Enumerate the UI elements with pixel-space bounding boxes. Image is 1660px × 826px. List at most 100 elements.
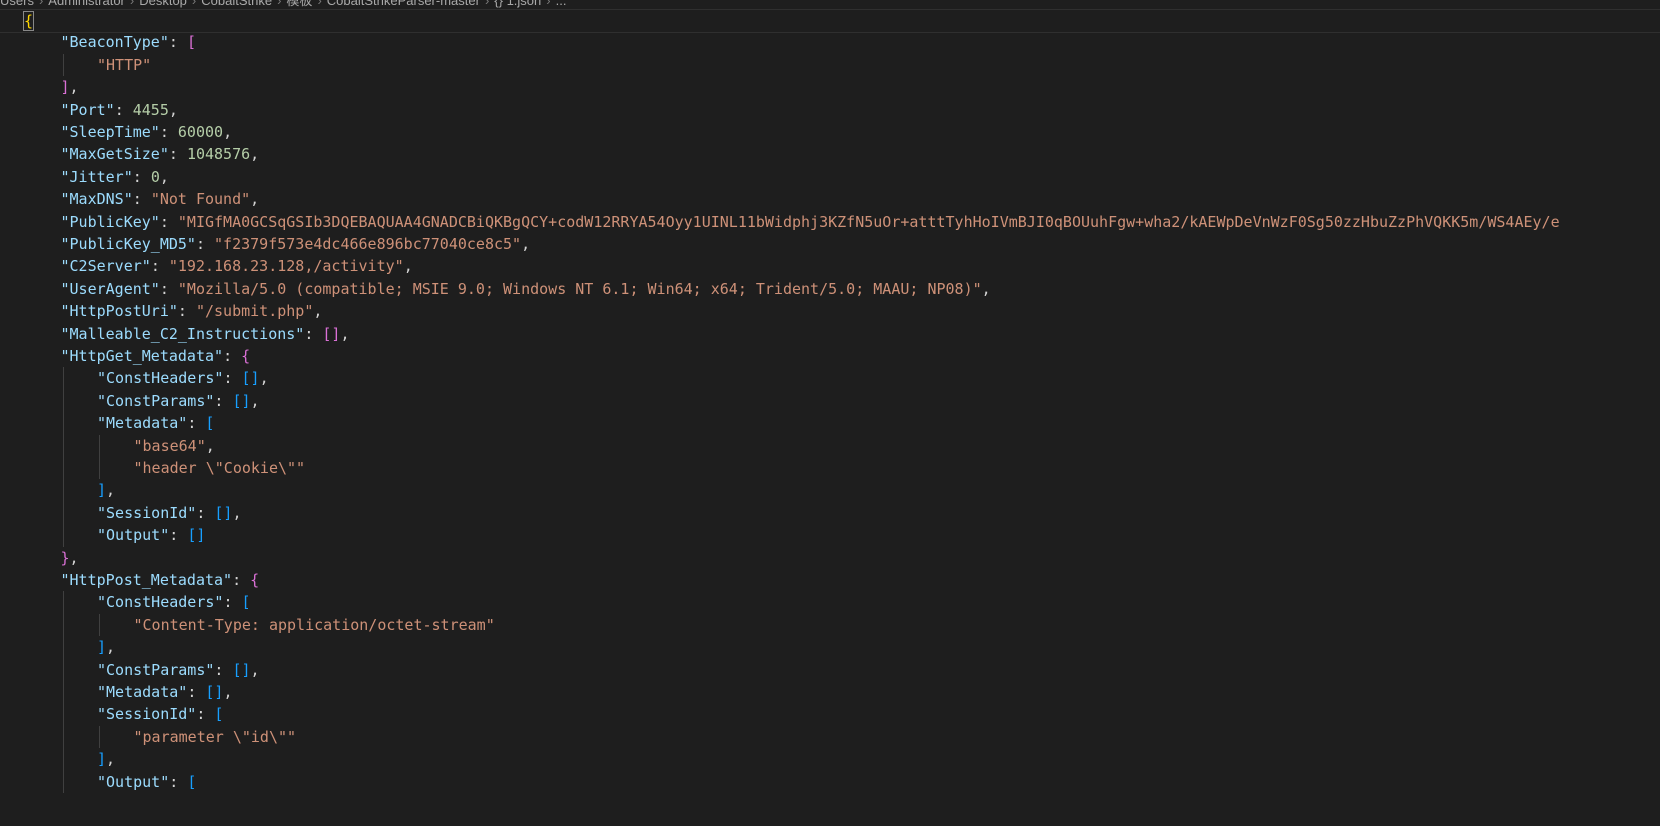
code-token: } [60,548,70,567]
code-line[interactable]: "HTTP" [0,53,1660,78]
breadcrumb-segment[interactable]: Users [0,0,34,8]
code-line[interactable]: "UserAgent": "Mozilla/5.0 (compatible; M… [0,278,1660,302]
breadcrumb-segment[interactable]: ... [556,0,567,8]
code-token: "C2Server" [60,257,151,276]
code-line[interactable]: "Metadata": [ [0,412,1660,436]
code-line[interactable]: "Malleable_C2_Instructions": [], [0,323,1660,347]
code-token: "PublicKey" [60,212,160,231]
code-token: "MaxGetSize" [60,145,169,164]
code-line[interactable]: "MaxDNS": "Not Found", [0,188,1660,212]
indent-guide [62,434,64,457]
code-token: : [304,324,323,343]
code-token: , [232,503,242,522]
code-token: : [159,212,178,231]
breadcrumb-segment[interactable]: Desktop [139,0,187,8]
code-token: "MaxDNS" [60,190,133,209]
breadcrumb-segment[interactable]: CobaltStrike [201,0,272,8]
code-token: , [250,391,260,410]
code-text: "Malleable_C2_Instructions": [], [61,323,350,347]
code-line[interactable]: ], [0,479,1660,503]
code-text: "Output": [] [97,524,205,548]
code-token: : [214,391,233,410]
code-line[interactable]: "ConstHeaders": [ [0,591,1660,615]
code-line[interactable]: ], [0,748,1660,772]
code-token: , [340,324,350,343]
code-line[interactable]: "SleepTime": 60000, [0,121,1660,145]
code-token: , [521,235,531,253]
code-line[interactable]: "ConstParams": [], [0,389,1660,414]
indent-guide [62,770,64,793]
code-token: "Malleable_C2_Instructions" [60,324,305,343]
code-token: : [223,593,242,612]
code-text: "C2Server": "192.168.23.128,/activity", [61,255,413,279]
code-token: [] [214,503,233,522]
code-line[interactable]: "Metadata": [], [0,681,1660,705]
code-token: "UserAgent" [60,279,160,298]
code-line[interactable]: "Content-Type: application/octet-stream" [0,613,1660,638]
code-text: "Content-Type: application/octet-stream" [134,614,495,638]
code-token: "PublicKey_MD5" [60,235,196,253]
code-token: , [69,78,79,97]
code-line[interactable]: "parameter \"id\"" [0,725,1660,750]
code-line[interactable]: "HttpPost_Metadata": { [0,569,1660,593]
code-token: : [169,772,188,791]
indent-guide [62,389,64,413]
code-text: "ConstHeaders": [], [97,367,269,391]
code-text: "SessionId": [], [97,502,242,526]
code-line[interactable]: ], [0,76,1660,100]
code-token: "base64" [133,436,206,455]
code-token: , [159,167,169,186]
code-line[interactable]: "Output": [ [0,770,1660,795]
code-line[interactable]: "Jitter": 0, [0,166,1660,190]
breadcrumb-segment[interactable]: CobaltStrikeParser-master [327,0,480,8]
breadcrumb-segment[interactable]: 模板 [286,0,312,8]
code-token: , [403,257,413,276]
indent-guide [62,367,64,390]
code-text: "Output": [ [97,771,196,795]
code-token: "HttpPostUri" [60,302,178,321]
code-token: "ConstHeaders" [97,369,224,388]
indent-guide [62,681,64,704]
breadcrumb-segment[interactable]: Administrator [48,0,125,8]
code-line[interactable]: "Port": 4455, [0,99,1660,123]
code-token: , [205,436,215,455]
code-token: [] [187,526,206,545]
code-line[interactable]: "BeaconType": [ [0,31,1660,55]
code-token: : [195,235,215,253]
breadcrumb-segment[interactable]: {} 1.json [494,0,541,8]
code-line[interactable]: "Output": [] [0,524,1660,548]
code-line[interactable]: "MaxGetSize": 1048576, [0,143,1660,167]
code-line[interactable]: "header \"Cookie\"" [0,457,1660,481]
code-text: "parameter \"id\"" [134,726,297,750]
code-line[interactable]: "base64", [0,434,1660,459]
code-text: "base64", [134,435,215,459]
code-text: "MaxGetSize": 1048576, [61,143,260,167]
code-token: [ [214,705,224,724]
code-line[interactable]: "HttpGet_Metadata": { [0,345,1660,369]
code-token: : [159,123,178,141]
code-text: "SessionId": [ [97,703,223,727]
code-token: , [106,481,116,500]
code-line[interactable]: "HttpPostUri": "/submit.php", [0,300,1660,324]
code-text: "Metadata": [ [97,412,214,436]
code-text: "PublicKey": "MIGfMA0GCSqGSIb3DQEBAQUAA4… [61,211,1560,235]
code-token: ] [60,78,70,97]
code-line[interactable]: "SessionId": [], [0,501,1660,526]
code-line[interactable]: "ConstHeaders": [], [0,367,1660,391]
indent-guide [62,703,64,726]
code-line[interactable]: }, [0,547,1660,571]
code-line[interactable]: "PublicKey": "MIGfMA0GCSqGSIb3DQEBAQUAA4… [0,211,1660,235]
indent-guide [62,524,64,547]
code-token: : [232,571,251,589]
indent-guide [62,613,64,637]
code-token: [] [205,683,224,701]
code-line[interactable]: "ConstParams": [], [0,658,1660,683]
code-line[interactable]: "SessionId": [ [0,703,1660,727]
code-line[interactable]: "C2Server": "192.168.23.128,/activity", [0,255,1660,279]
code-line[interactable]: { [0,9,1660,33]
code-editor[interactable]: {"BeaconType": ["HTTP"], "Port": 4455, "Sl… [0,9,1660,826]
code-token: , [250,660,260,679]
code-token: , [168,100,178,119]
code-line[interactable]: "PublicKey_MD5": "f2379f573e4dc466e896bc… [0,233,1660,257]
code-line[interactable]: ], [0,636,1660,660]
